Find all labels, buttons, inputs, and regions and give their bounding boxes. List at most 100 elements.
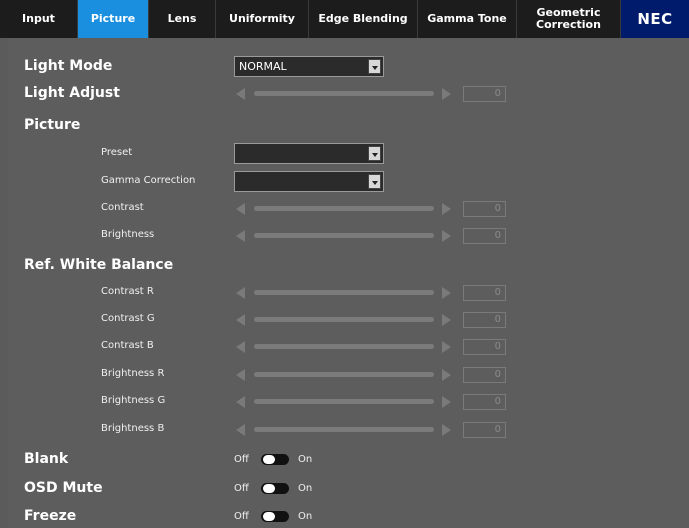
brightness-b-slider[interactable]: 0 — [236, 422, 506, 438]
tab-input[interactable]: Input — [0, 0, 78, 38]
chevron-down-icon[interactable] — [368, 59, 381, 74]
tab-uniformity[interactable]: Uniformity — [216, 0, 309, 38]
arrow-left-icon[interactable] — [236, 396, 245, 408]
freeze-switch[interactable] — [261, 511, 289, 522]
blank-label: Blank — [24, 451, 69, 467]
light-adjust-slider[interactable]: 0 — [236, 86, 506, 102]
arrow-right-icon[interactable] — [442, 396, 451, 408]
slider-track[interactable] — [254, 290, 434, 295]
contrast-b-slider[interactable]: 0 — [236, 339, 506, 355]
gamma-correction-select[interactable] — [234, 171, 384, 192]
brightness-r-slider[interactable]: 0 — [236, 367, 506, 383]
tab-edge-blending[interactable]: Edge Blending — [309, 0, 418, 38]
contrast-g-row: Contrast G 0 — [8, 308, 689, 332]
blank-switch[interactable] — [261, 454, 289, 465]
osd-mute-on-label: On — [298, 483, 313, 494]
preset-row: Preset — [8, 142, 689, 166]
osd-mute-row: OSD Mute Off On — [8, 477, 689, 501]
arrow-left-icon[interactable] — [236, 341, 245, 353]
osd-mute-label: OSD Mute — [24, 480, 103, 496]
contrast-b-value[interactable]: 0 — [463, 339, 506, 355]
light-adjust-value[interactable]: 0 — [463, 86, 506, 102]
brightness-r-row: Brightness R 0 — [8, 363, 689, 387]
arrow-left-icon[interactable] — [236, 230, 245, 242]
picture-settings-panel: Light Mode NORMAL Light Adjust 0 Picture… — [8, 38, 689, 528]
arrow-right-icon[interactable] — [442, 314, 451, 326]
freeze-on-label: On — [298, 511, 313, 522]
slider-track[interactable] — [254, 233, 434, 238]
arrow-left-icon[interactable] — [236, 424, 245, 436]
contrast-label: Contrast — [101, 202, 144, 213]
slider-track[interactable] — [254, 399, 434, 404]
slider-track[interactable] — [254, 427, 434, 432]
freeze-row: Freeze Off On — [8, 505, 689, 528]
arrow-left-icon[interactable] — [236, 203, 245, 215]
tab-gamma-tone[interactable]: Gamma Tone — [418, 0, 517, 38]
arrow-right-icon[interactable] — [442, 341, 451, 353]
brightness-slider[interactable]: 0 — [236, 228, 506, 244]
light-adjust-label: Light Adjust — [24, 85, 120, 101]
switch-knob[interactable] — [263, 455, 275, 464]
tab-geometric-correction[interactable]: Geometric Correction — [517, 0, 621, 38]
arrow-right-icon[interactable] — [442, 203, 451, 215]
slider-track[interactable] — [254, 317, 434, 322]
gamma-correction-row: Gamma Correction — [8, 170, 689, 194]
arrow-left-icon[interactable] — [236, 88, 245, 100]
arrow-right-icon[interactable] — [442, 424, 451, 436]
brightness-value[interactable]: 0 — [463, 228, 506, 244]
arrow-left-icon[interactable] — [236, 287, 245, 299]
picture-section: Picture — [8, 114, 689, 138]
contrast-r-row: Contrast R 0 — [8, 281, 689, 305]
contrast-b-row: Contrast B 0 — [8, 335, 689, 359]
brightness-label: Brightness — [101, 229, 155, 240]
preset-label: Preset — [101, 147, 133, 158]
light-mode-select[interactable]: NORMAL — [234, 56, 384, 77]
brightness-b-value[interactable]: 0 — [463, 422, 506, 438]
contrast-g-value[interactable]: 0 — [463, 312, 506, 328]
slider-track[interactable] — [254, 372, 434, 377]
brightness-g-label: Brightness G — [101, 395, 166, 406]
brightness-g-value[interactable]: 0 — [463, 394, 506, 410]
light-adjust-row: Light Adjust 0 — [8, 82, 689, 106]
light-mode-value: NORMAL — [239, 60, 287, 73]
tab-picture[interactable]: Picture — [78, 0, 149, 38]
slider-track[interactable] — [254, 344, 434, 349]
contrast-r-slider[interactable]: 0 — [236, 285, 506, 301]
arrow-right-icon[interactable] — [442, 369, 451, 381]
arrow-right-icon[interactable] — [442, 287, 451, 299]
contrast-row: Contrast 0 — [8, 197, 689, 221]
blank-off-label: Off — [234, 454, 249, 465]
contrast-slider[interactable]: 0 — [236, 201, 506, 217]
contrast-r-value[interactable]: 0 — [463, 285, 506, 301]
freeze-label: Freeze — [24, 508, 77, 524]
slider-track[interactable] — [254, 206, 434, 211]
arrow-right-icon[interactable] — [442, 88, 451, 100]
osd-mute-switch[interactable] — [261, 483, 289, 494]
arrow-right-icon[interactable] — [442, 230, 451, 242]
picture-heading: Picture — [24, 117, 81, 133]
osd-mute-off-label: Off — [234, 483, 249, 494]
arrow-left-icon[interactable] — [236, 369, 245, 381]
chevron-down-icon[interactable] — [368, 146, 381, 161]
brightness-r-value[interactable]: 0 — [463, 367, 506, 383]
light-mode-label: Light Mode — [24, 58, 113, 74]
tab-lens[interactable]: Lens — [149, 0, 216, 38]
slider-track[interactable] — [254, 91, 434, 96]
contrast-value[interactable]: 0 — [463, 201, 506, 217]
blank-row: Blank Off On — [8, 448, 689, 472]
chevron-down-icon[interactable] — [368, 174, 381, 189]
preset-select[interactable] — [234, 143, 384, 164]
brightness-row: Brightness 0 — [8, 224, 689, 248]
brightness-g-slider[interactable]: 0 — [236, 394, 506, 410]
arrow-left-icon[interactable] — [236, 314, 245, 326]
gamma-correction-label: Gamma Correction — [101, 175, 196, 186]
tab-bar: Input Picture Lens Uniformity Edge Blend… — [0, 0, 689, 38]
freeze-off-label: Off — [234, 511, 249, 522]
switch-knob[interactable] — [263, 484, 275, 493]
switch-knob[interactable] — [263, 512, 275, 521]
brightness-b-row: Brightness B 0 — [8, 418, 689, 442]
ref-white-balance-heading: Ref. White Balance — [24, 257, 174, 273]
contrast-g-slider[interactable]: 0 — [236, 312, 506, 328]
brightness-g-row: Brightness G 0 — [8, 390, 689, 414]
brightness-b-label: Brightness B — [101, 423, 165, 434]
